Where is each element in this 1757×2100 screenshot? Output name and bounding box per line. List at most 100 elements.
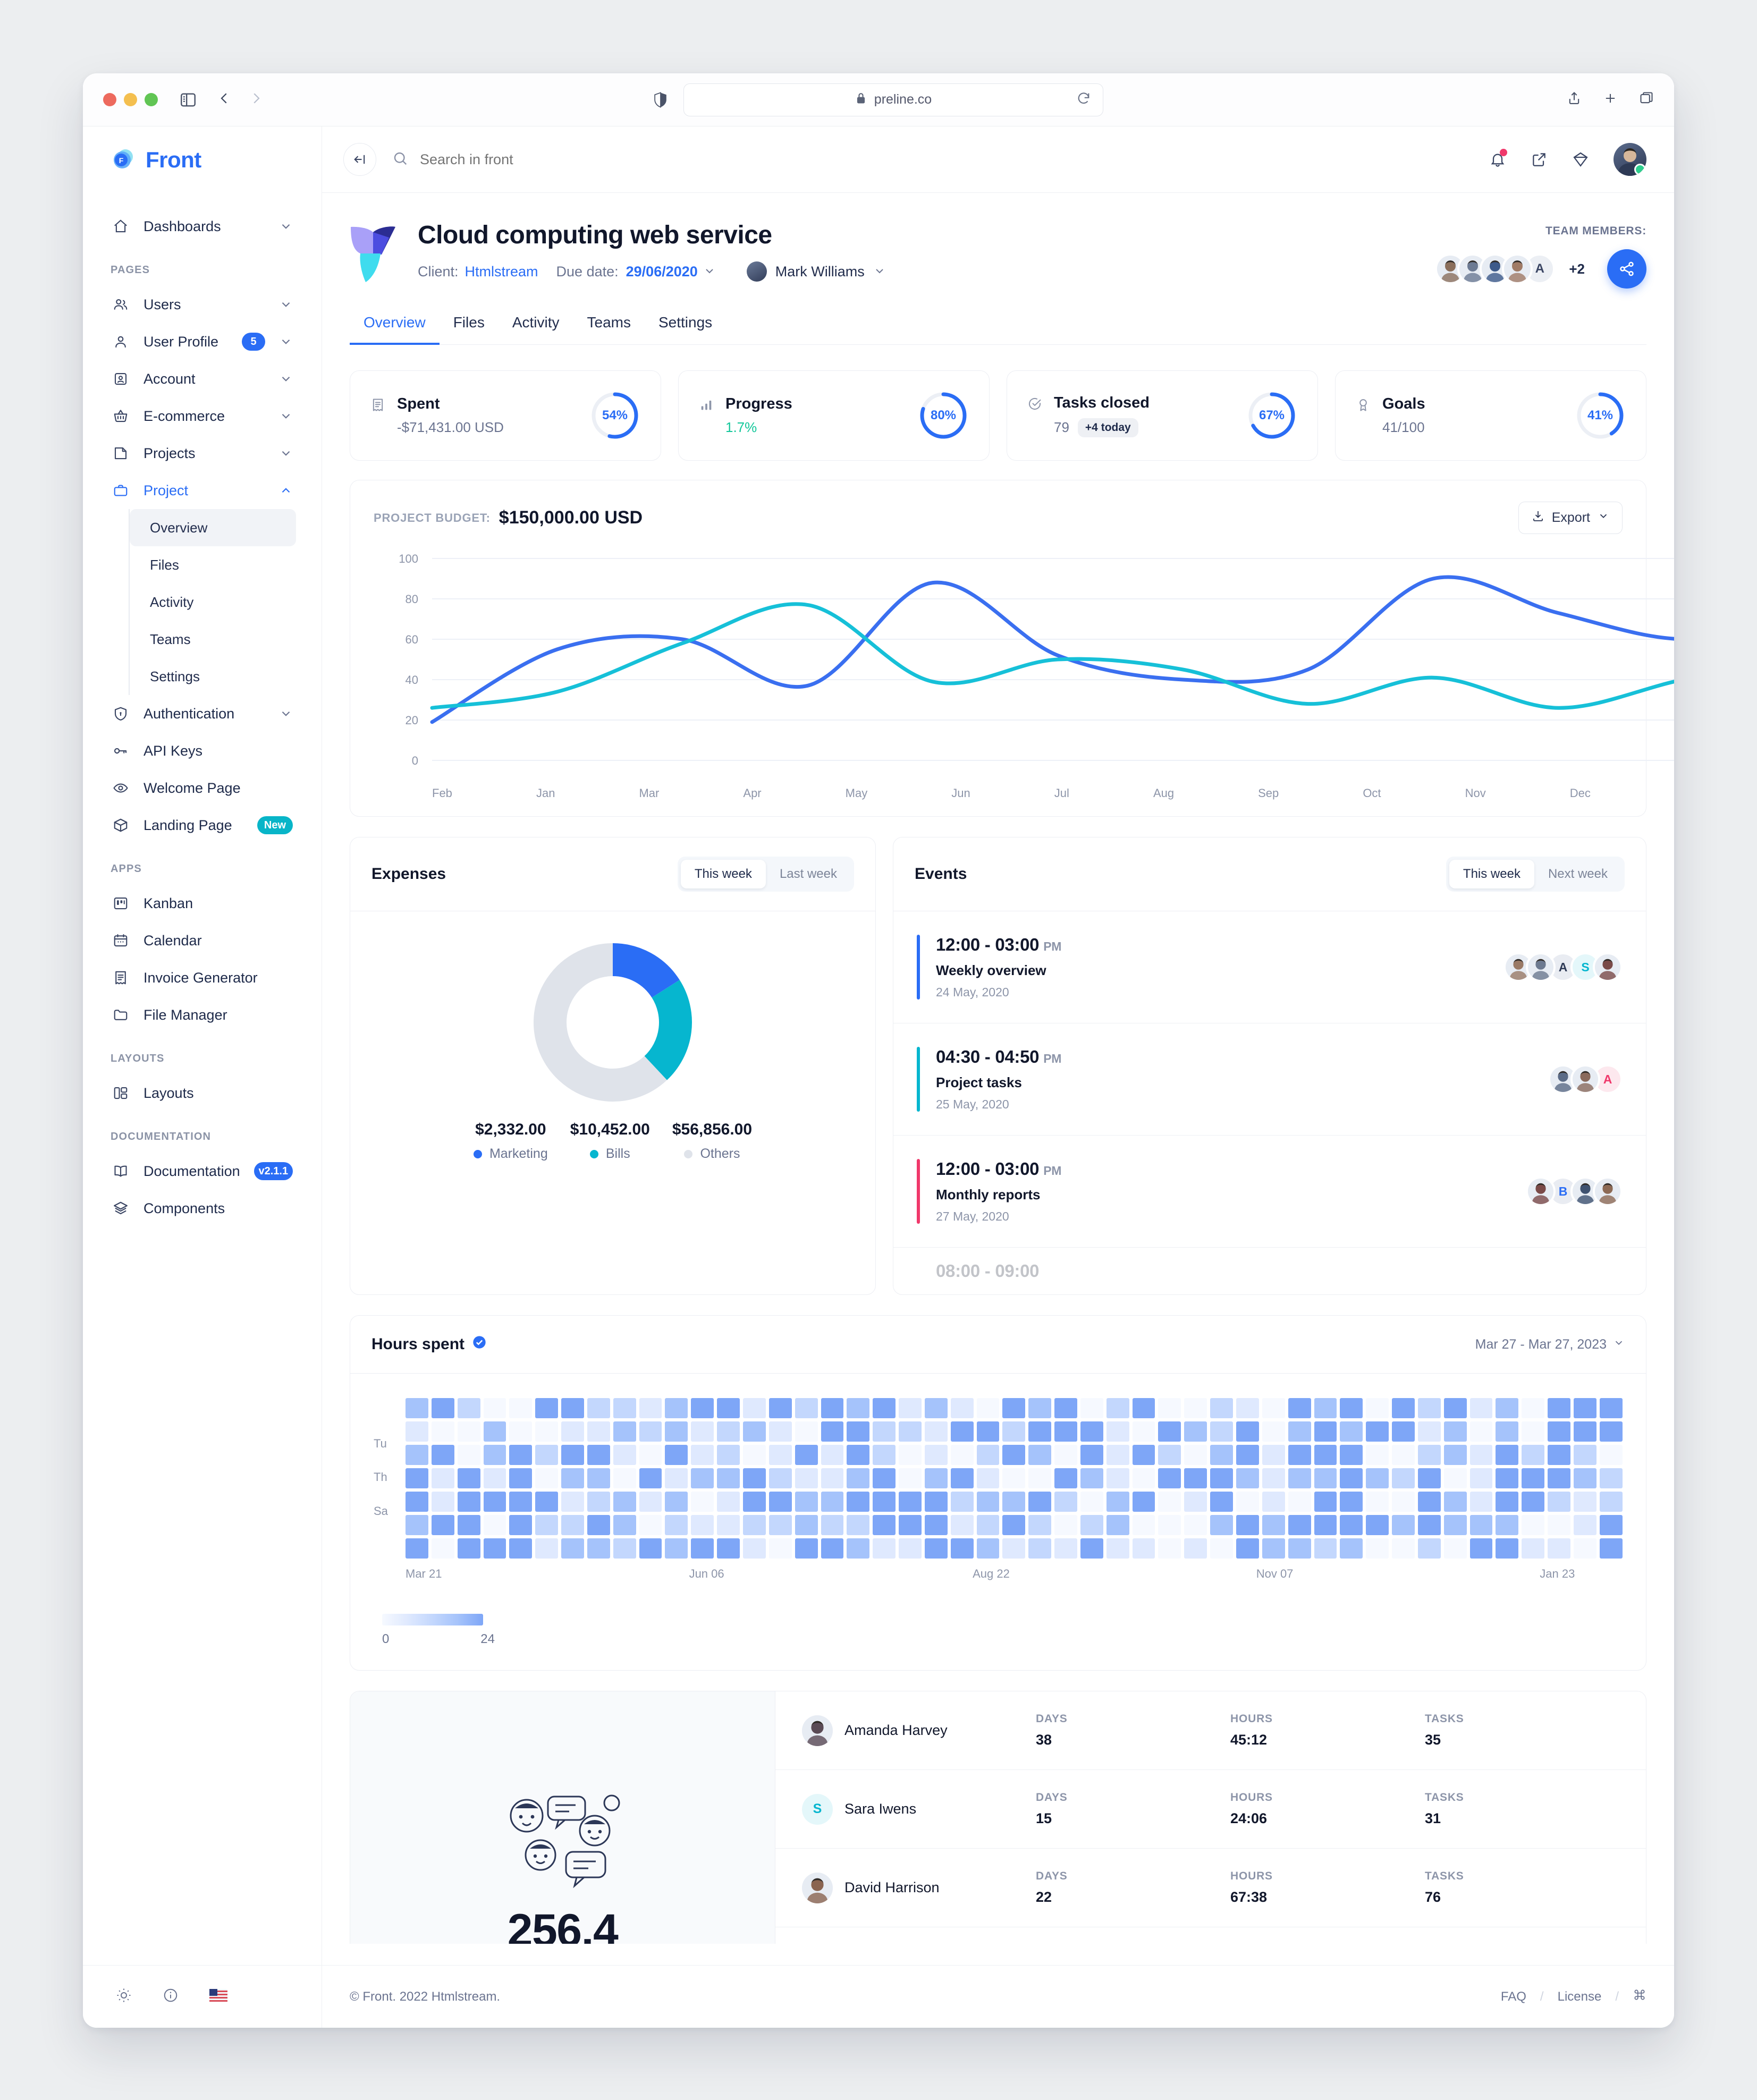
heatmap-cell[interactable] [1573,1515,1596,1535]
heatmap-cell[interactable] [1366,1515,1389,1535]
heatmap-cell[interactable] [976,1492,1000,1512]
heatmap-cell[interactable] [1210,1515,1233,1535]
heatmap-cell[interactable] [924,1538,948,1559]
heatmap-cell[interactable] [691,1515,714,1535]
heatmap-cell[interactable] [483,1468,506,1488]
heatmap-cell[interactable] [1548,1445,1570,1465]
heatmap-cell[interactable] [1522,1421,1545,1442]
segment-last-week[interactable]: Last week [766,860,851,888]
heatmap-cell[interactable] [873,1492,896,1512]
heatmap-cell[interactable] [899,1445,922,1465]
heatmap-cell[interactable] [1288,1515,1311,1535]
heatmap-cell[interactable] [561,1445,584,1465]
heatmap-cell[interactable] [431,1421,454,1442]
heatmap-cell[interactable] [1599,1492,1623,1512]
share-project-button[interactable] [1607,249,1646,289]
heatmap-cell[interactable] [1054,1468,1077,1488]
url-bar[interactable]: preline.co [683,83,1103,116]
sidebar-item-project[interactable]: Project [102,472,302,509]
command-icon[interactable] [1633,1988,1646,2005]
heatmap-cell[interactable] [613,1492,636,1512]
heatmap-cell[interactable] [665,1445,688,1465]
heatmap-cell[interactable] [1158,1538,1181,1559]
heatmap-cell[interactable] [873,1538,896,1559]
external-link-icon[interactable] [1531,151,1548,168]
heatmap-cell[interactable] [1184,1538,1207,1559]
heatmap-cell[interactable] [924,1398,948,1418]
heatmap-cell[interactable] [1469,1515,1493,1535]
heatmap-cell[interactable] [717,1538,740,1559]
heatmap-cell[interactable] [1262,1538,1285,1559]
heatmap-cell[interactable] [1132,1421,1155,1442]
heatmap-cell[interactable] [768,1421,792,1442]
heatmap-cell[interactable] [483,1515,506,1535]
reload-icon[interactable] [1076,91,1091,108]
heatmap-cell[interactable] [1288,1445,1311,1465]
search-box[interactable] [392,150,1473,169]
tab-teams[interactable]: Teams [573,314,645,345]
browser-forward-button[interactable] [248,90,264,109]
heatmap-cell[interactable] [1548,1468,1570,1488]
sidebar-subitem-settings[interactable]: Settings [130,658,296,695]
heatmap-cell[interactable] [483,1538,506,1559]
heatmap-cell[interactable] [665,1468,688,1488]
heatmap-cell[interactable] [1340,1538,1363,1559]
segment-this-week[interactable]: This week [1449,860,1534,888]
heatmap-cell[interactable] [691,1538,714,1559]
heatmap-cell[interactable] [847,1398,870,1418]
heatmap-cell[interactable] [950,1421,974,1442]
due-date-value[interactable]: 29/06/2020 [626,264,698,280]
heatmap-cell[interactable] [1522,1492,1545,1512]
heatmap-cell[interactable] [509,1398,533,1418]
heatmap-cell[interactable] [1548,1492,1570,1512]
heatmap-cell[interactable] [1262,1492,1285,1512]
heatmap-cell[interactable] [717,1468,740,1488]
heatmap-cell[interactable] [1496,1468,1519,1488]
heatmap-cell[interactable] [1132,1515,1155,1535]
heatmap-cell[interactable] [976,1445,1000,1465]
heatmap-cell[interactable] [1496,1398,1519,1418]
expenses-range-toggle[interactable]: This week Last week [677,857,854,892]
heatmap-cell[interactable] [457,1538,480,1559]
heatmap-cell[interactable] [1496,1538,1519,1559]
stat-card-progress[interactable]: Progress 1.7% 80% [678,370,990,461]
heatmap-cell[interactable] [1002,1398,1026,1418]
heatmap-cell[interactable] [1469,1468,1493,1488]
heatmap-cell[interactable] [899,1421,922,1442]
heatmap-cell[interactable] [1366,1421,1389,1442]
heatmap-cell[interactable] [821,1468,844,1488]
sidebar-item-authentication[interactable]: Authentication [102,695,302,732]
heatmap-cell[interactable] [1236,1538,1259,1559]
gem-icon[interactable] [1572,151,1589,168]
heatmap-cell[interactable] [847,1492,870,1512]
heatmap-cell[interactable] [561,1398,584,1418]
heatmap-cell[interactable] [821,1398,844,1418]
heatmap-cell[interactable] [768,1445,792,1465]
heatmap-cell[interactable] [1132,1538,1155,1559]
heatmap-cell[interactable] [1573,1421,1596,1442]
heatmap-cell[interactable] [1002,1445,1026,1465]
heatmap-cell[interactable] [587,1538,610,1559]
heatmap-cell[interactable] [406,1398,428,1418]
shield-icon[interactable] [654,91,668,108]
heatmap-cell[interactable] [976,1538,1000,1559]
heatmap-cell[interactable] [1080,1445,1103,1465]
collapse-sidebar-icon[interactable] [343,143,376,176]
heatmap-cell[interactable] [1080,1468,1103,1488]
heatmap-cell[interactable] [795,1398,818,1418]
heatmap-cell[interactable] [431,1398,454,1418]
sidebar-item-kanban[interactable]: Kanban [102,885,302,922]
sidebar-item-projects[interactable]: Projects [102,435,302,472]
heatmap-cell[interactable] [1340,1468,1363,1488]
heatmap-cell[interactable] [457,1445,480,1465]
heatmap-cell[interactable] [873,1421,896,1442]
heatmap-cell[interactable] [406,1515,428,1535]
heatmap-cell[interactable] [1158,1468,1181,1488]
heatmap-cell[interactable] [1028,1515,1052,1535]
heatmap-cell[interactable] [924,1445,948,1465]
client-link[interactable]: Htmlstream [465,264,538,280]
heatmap-cell[interactable] [535,1468,559,1488]
heatmap-cell[interactable] [1132,1468,1155,1488]
heatmap-cell[interactable] [1054,1492,1077,1512]
heatmap-cell[interactable] [847,1421,870,1442]
